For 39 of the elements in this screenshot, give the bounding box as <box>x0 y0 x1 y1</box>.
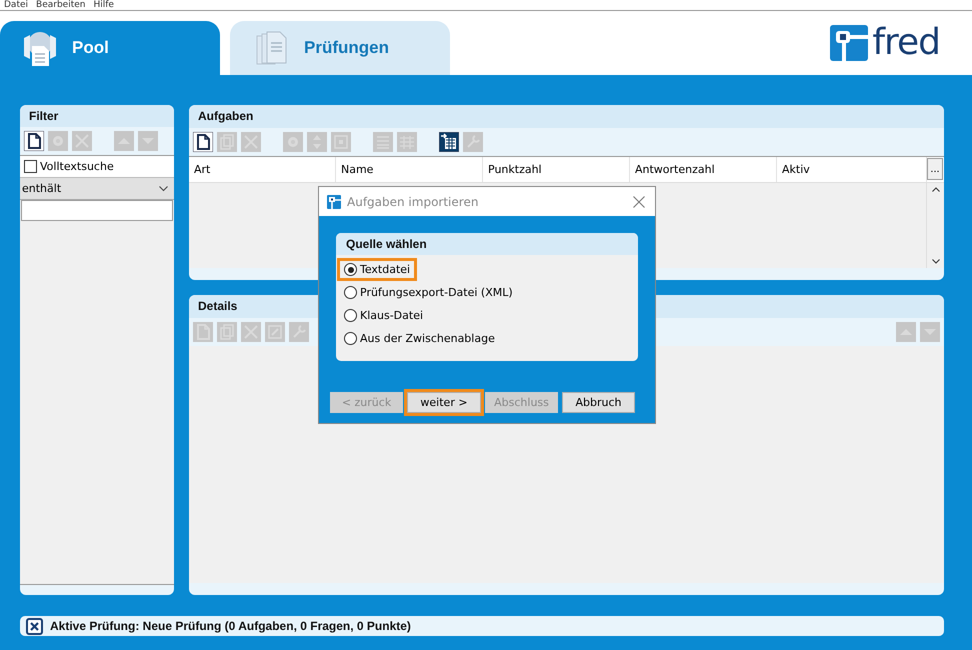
column-header[interactable]: Name <box>336 156 483 182</box>
radio-button[interactable] <box>344 332 357 345</box>
logo-icon <box>830 23 870 63</box>
menu-item[interactable]: Datei <box>4 0 28 10</box>
dialog-button[interactable]: Abbruch <box>562 392 635 413</box>
column-header[interactable]: Punktzahl <box>483 156 630 182</box>
panel-title: Aufgaben <box>189 105 944 128</box>
radio-button[interactable] <box>344 309 357 322</box>
chevron-down-icon <box>159 186 168 192</box>
dialog-button[interactable]: weiter > <box>407 392 481 413</box>
more-button[interactable]: ... <box>927 158 943 180</box>
radio-button[interactable] <box>344 263 357 276</box>
checkbox-label: Volltextsuche <box>40 160 114 173</box>
panel-title: Filter <box>20 105 174 127</box>
checkbox[interactable] <box>24 160 37 173</box>
chevron-up-icon[interactable] <box>932 186 940 192</box>
table-arrow-icon[interactable] <box>439 132 459 152</box>
column-header[interactable]: Antwortenzahl <box>630 156 777 182</box>
dialog-title: Aufgaben importieren <box>347 194 478 208</box>
menu-item[interactable]: Hilfe <box>93 0 114 10</box>
close-icon[interactable] <box>633 196 645 208</box>
logo-icon <box>327 194 341 208</box>
radio-button[interactable] <box>344 286 357 299</box>
close-icon[interactable] <box>26 618 43 634</box>
radio-option[interactable]: Textdatei <box>337 258 418 281</box>
scrollbar[interactable] <box>926 182 944 268</box>
document-icon[interactable] <box>24 131 44 151</box>
document-icon[interactable] <box>193 132 213 152</box>
menu-item[interactable]: Bearbeiten <box>36 0 86 10</box>
radio-option[interactable]: Aus der Zwischenablage <box>337 327 502 350</box>
status-text: Aktive Prüfung: Neue Prüfung (0 Aufgaben, 0 Fragen, 0 Punkte) <box>50 619 411 633</box>
tab[interactable]: Prüfungen <box>230 21 450 75</box>
dropdown[interactable]: enthält <box>20 178 174 200</box>
logo-text: fred <box>872 25 940 61</box>
group-title: Quelle wählen <box>336 233 638 255</box>
chevron-down-icon[interactable] <box>932 259 940 264</box>
input-field[interactable] <box>21 200 173 221</box>
tab[interactable]: Pool <box>0 21 220 75</box>
column-header[interactable]: Art <box>189 156 336 182</box>
